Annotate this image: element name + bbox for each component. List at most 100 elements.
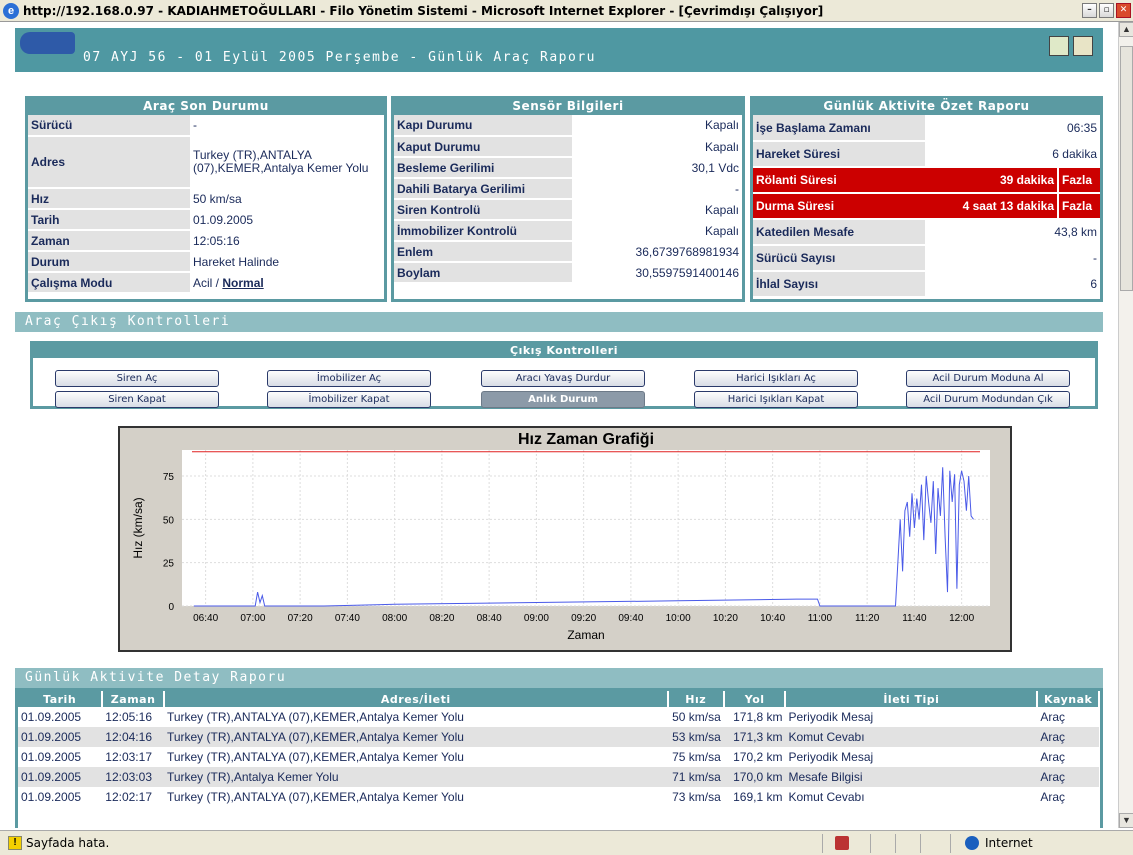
col-address-header[interactable]: Adres/İleti <box>163 691 669 707</box>
network-status-icon <box>835 836 849 850</box>
warning-icon[interactable]: ! <box>8 836 22 850</box>
y-axis-label: Hız (km/sa) <box>131 497 145 558</box>
slow-stop-button[interactable]: Aracı Yavaş Durdur <box>481 370 645 387</box>
col-date-cell: 01.09.2005 <box>21 710 82 724</box>
label-mode: Çalışma Modu <box>28 272 190 294</box>
col-source-cell: Araç <box>1040 750 1065 764</box>
col-source-cell: Araç <box>1037 767 1099 787</box>
label-speed: Hız <box>28 188 190 210</box>
table-row[interactable]: 01.09.2005 12:04:16 Turkey (TR),ANTALYA (0… <box>18 727 1099 747</box>
instant-status-button[interactable]: Anlık Durum <box>481 391 645 408</box>
col-date-cell: 01.09.2005 <box>21 750 82 764</box>
x-tick-label: 07:40 <box>335 613 360 624</box>
col-speed-header[interactable]: Hız <box>667 691 725 707</box>
sensor-value: 30,1 Vdc <box>572 157 742 179</box>
col-message-type-header[interactable]: İleti Tipi <box>785 691 1039 707</box>
table-row[interactable]: 01.09.2005 12:02:17 Turkey (TR),ANTALYA (0… <box>18 787 1099 807</box>
col-message-type-cell: Periyodik Mesaj <box>788 750 874 764</box>
x-tick-label: 07:00 <box>240 613 265 624</box>
col-message-type-cell: Periyodik Mesaj <box>788 710 874 724</box>
col-message-type-cell: Komut Cevabı <box>785 727 1038 747</box>
x-tick-label: 11:20 <box>855 613 880 624</box>
col-time-cell: 12:03:17 <box>105 750 152 764</box>
x-tick-label: 10:20 <box>713 613 738 624</box>
col-time-cell: 12:02:17 <box>105 790 152 804</box>
panel-title: Araç Son Durumu <box>28 99 384 115</box>
emergency-mode-off-button[interactable]: Acil Durum Modundan Çık <box>906 391 1070 408</box>
summary-value: 4 saat 13 dakika <box>925 193 1058 220</box>
sensor-value: 36,6739768981934 <box>572 241 742 263</box>
x-axis-label: Zaman <box>567 628 604 642</box>
col-address-cell: Turkey (TR),ANTALYA (07),KEMER,Antalya K… <box>163 727 668 747</box>
col-address-cell: Turkey (TR),ANTALYA (07),KEMER,Antalya K… <box>166 710 464 724</box>
scroll-thumb[interactable] <box>1120 46 1133 291</box>
summary-value: 6 dakika <box>925 141 1100 168</box>
y-tick-label: 0 <box>168 602 174 613</box>
col-message-type-cell: Mesafe Bilgisi <box>785 767 1038 787</box>
col-time-cell: 12:04:16 <box>102 727 164 747</box>
detail-report-section-title: Günlük Aktivite Detay Raporu <box>15 668 1103 688</box>
col-date-header[interactable]: Tarih <box>18 691 104 707</box>
x-tick-label: 09:20 <box>571 613 596 624</box>
siren-on-button[interactable]: Siren Aç <box>55 370 219 387</box>
col-speed-cell: 71 km/sa <box>667 767 724 787</box>
scroll-down-arrow-icon[interactable]: ▼ <box>1119 813 1133 828</box>
table-row[interactable]: 01.09.2005 12:03:17 Turkey (TR),ANTALYA (0… <box>18 747 1099 767</box>
y-tick-label: 50 <box>163 515 175 526</box>
summary-label: İhlal Sayısı <box>753 271 925 298</box>
close-button[interactable]: ✕ <box>1116 3 1131 18</box>
siren-off-button[interactable]: Siren Kapat <box>55 391 219 408</box>
table-row[interactable]: 01.09.2005 12:05:16 Turkey (TR),ANTALYA (0… <box>18 707 1099 727</box>
col-time-header[interactable]: Zaman <box>102 691 165 707</box>
value-date: 01.09.2005 <box>190 209 384 231</box>
immobilizer-on-button[interactable]: İmobilizer Aç <box>267 370 431 387</box>
x-tick-label: 08:40 <box>477 613 502 624</box>
summary-label: Sürücü Sayısı <box>753 245 925 272</box>
plot-area <box>182 450 990 606</box>
col-time-cell: 12:05:16 <box>105 710 152 724</box>
table-row[interactable]: 01.09.2005 12:03:03 Turkey (TR),Antalya Ke… <box>18 767 1099 787</box>
summary-label: Katedilen Mesafe <box>753 219 925 246</box>
minimize-button[interactable]: – <box>1082 3 1097 18</box>
col-source-cell: Araç <box>1037 727 1099 747</box>
x-tick-label: 10:00 <box>666 613 691 624</box>
vertical-scrollbar[interactable]: ▲ ▼ <box>1118 22 1133 828</box>
truck-logo-icon <box>20 32 75 54</box>
sensor-label: Kapı Durumu <box>394 115 572 137</box>
y-tick-label: 25 <box>163 559 175 570</box>
col-address-cell: Turkey (TR),ANTALYA (07),KEMER,Antalya K… <box>166 790 464 804</box>
sensor-value: Kapalı <box>572 136 742 158</box>
scroll-up-arrow-icon[interactable]: ▲ <box>1119 22 1133 37</box>
sensor-panel: Sensör Bilgileri Kapı Durumu Kapalı Kaput … <box>391 96 745 302</box>
col-distance-header[interactable]: Yol <box>723 691 787 707</box>
value-driver: - <box>190 115 384 137</box>
sensor-value: Kapalı <box>572 220 742 242</box>
label-state: Durum <box>28 251 190 273</box>
mode-normal-link[interactable]: Normal <box>222 276 263 290</box>
summary-label: Durma Süresi <box>753 193 925 220</box>
summary-label: Rölanti Süresi <box>753 167 925 194</box>
excess-flag: Fazla <box>1057 193 1100 220</box>
maximize-button[interactable]: ▫ <box>1099 3 1114 18</box>
sensor-label: Besleme Gerilimi <box>394 157 572 179</box>
external-lights-on-button[interactable]: Harici Işıkları Aç <box>694 370 858 387</box>
label-date: Tarih <box>28 209 190 231</box>
col-source-cell: Araç <box>1040 790 1065 804</box>
sensor-label: Boylam <box>394 262 572 284</box>
sensor-label: Dahili Batarya Gerilimi <box>394 178 572 200</box>
immobilizer-off-button[interactable]: İmobilizer Kapat <box>267 391 431 408</box>
settings-gear-icon[interactable] <box>1073 36 1093 56</box>
x-tick-label: 09:00 <box>524 613 549 624</box>
col-distance-cell: 169,1 km <box>733 790 783 804</box>
x-tick-label: 07:20 <box>288 613 313 624</box>
value-state: Hareket Halinde <box>190 251 384 273</box>
col-source-header[interactable]: Kaynak <box>1037 691 1100 707</box>
internet-zone-icon <box>965 836 979 850</box>
map-icon[interactable] <box>1049 36 1069 56</box>
mode-emergency-link[interactable]: Acil <box>193 276 212 290</box>
col-speed-cell: 75 km/sa <box>672 750 721 764</box>
external-lights-off-button[interactable]: Harici Işıkları Kapat <box>694 391 858 408</box>
emergency-mode-on-button[interactable]: Acil Durum Moduna Al <box>906 370 1070 387</box>
panel-title: Sensör Bilgileri <box>394 99 742 115</box>
chart-title: Hız Zaman Grafiği <box>518 431 654 448</box>
